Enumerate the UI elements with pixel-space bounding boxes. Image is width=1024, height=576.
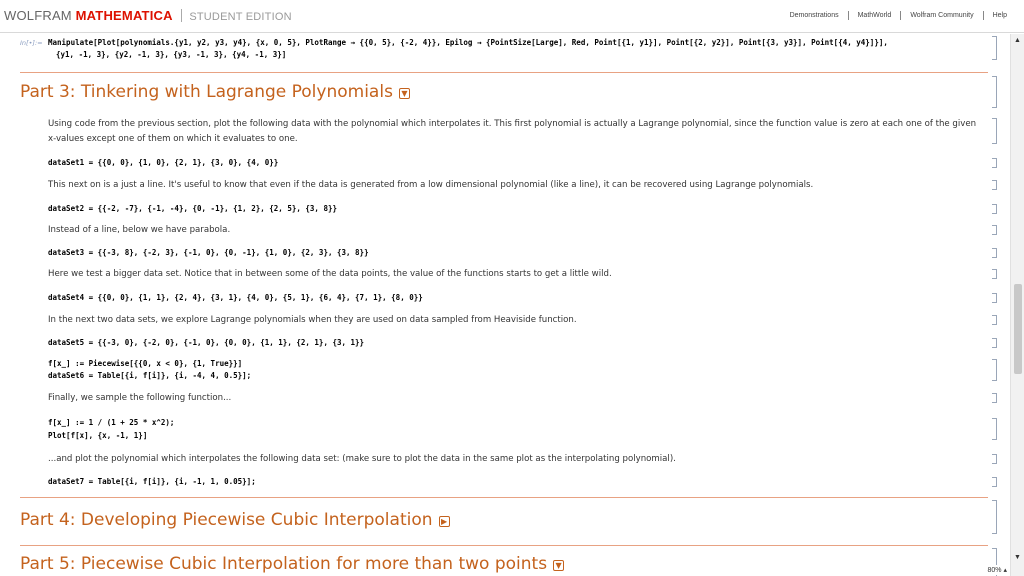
code-f-piecewise[interactable]: f[x_] := Piecewise[{{0, x < 0}, {1, True… xyxy=(48,359,242,368)
link-mathworld[interactable]: MathWorld xyxy=(849,12,901,19)
code-dataset1[interactable]: dataSet1 = {{0, 0}, {1, 0}, {2, 1}, {3, … xyxy=(48,158,278,167)
top-links: Demonstrations MathWorld Wolfram Communi… xyxy=(781,11,1016,20)
zoom-value: 80% xyxy=(987,567,1002,574)
code-dataset2[interactable]: dataSet2 = {{-2, -7}, {-1, -4}, {0, -1},… xyxy=(48,204,337,213)
text-bigger-dataset: Here we test a bigger data set. Notice t… xyxy=(48,269,612,279)
scroll-thumb[interactable] xyxy=(1014,284,1022,374)
cell-bracket[interactable] xyxy=(992,315,997,325)
cell-bracket[interactable] xyxy=(992,477,997,487)
code-dataset4[interactable]: dataSet4 = {{0, 0}, {1, 1}, {2, 4}, {3, … xyxy=(48,293,423,302)
notebook-document: In[•]:= Manipulate[Plot[polynomials.{y1,… xyxy=(0,34,1010,576)
text-intro: Using code from the previous section, pl… xyxy=(48,119,977,144)
brand-edition: STUDENT EDITION xyxy=(189,11,292,23)
text-heaviside: In the next two data sets, we explore La… xyxy=(48,315,577,325)
cell-bracket[interactable] xyxy=(992,180,997,190)
cell-bracket[interactable] xyxy=(992,269,997,279)
section-title-part3[interactable]: Part 3: Tinkering with Lagrange Polynomi… xyxy=(20,82,410,102)
cell-bracket[interactable] xyxy=(992,338,997,348)
cell-bracket[interactable] xyxy=(992,248,997,258)
code-f-runge[interactable]: f[x_] := 1 / (1 + 25 * x^2); xyxy=(48,418,174,427)
part3-title-text: Part 3: Tinkering with Lagrange Polynomi… xyxy=(20,82,393,102)
cell-bracket[interactable] xyxy=(992,118,997,144)
cell-bracket[interactable] xyxy=(992,204,997,214)
cell-bracket[interactable] xyxy=(992,36,997,60)
scroll-down-icon[interactable]: ▼ xyxy=(1014,554,1021,561)
cell-bracket[interactable] xyxy=(992,393,997,403)
text-line: This next on is a just a line. It's usef… xyxy=(48,180,814,190)
link-wolfram-community[interactable]: Wolfram Community xyxy=(901,12,982,19)
code-manipulate-line1[interactable]: Manipulate[Plot[polynomials.{y1, y2, y3,… xyxy=(48,38,888,47)
input-label: In[•]:= xyxy=(20,39,43,47)
section-title-part4[interactable]: Part 4: Developing Piecewise Cubic Inter… xyxy=(20,510,450,530)
brand-divider xyxy=(180,9,182,22)
section-rule xyxy=(20,497,988,498)
code-plot[interactable]: Plot[f[x], {x, -1, 1}] xyxy=(48,431,147,440)
brand-logo[interactable]: WOLFRAM MATHEMATICA STUDENT EDITION xyxy=(4,8,292,23)
code-dataset6[interactable]: dataSet6 = Table[{i, f[i]}, {i, -4, 4, 0… xyxy=(48,371,251,380)
section-rule xyxy=(20,72,988,73)
text-finally: Finally, we sample the following functio… xyxy=(48,393,232,403)
cell-bracket[interactable] xyxy=(992,359,997,381)
brand-wolfram: WOLFRAM xyxy=(4,8,72,23)
cell-bracket[interactable] xyxy=(992,158,997,168)
code-dataset5[interactable]: dataSet5 = {{-3, 0}, {-2, 0}, {-1, 0}, {… xyxy=(48,338,364,347)
collapse-icon[interactable]: ▼ xyxy=(398,88,410,99)
code-manipulate-line2[interactable]: {y1, -1, 3}, {y2, -1, 3}, {y3, -1, 3}, {… xyxy=(56,50,286,59)
part4-title-text: Part 4: Developing Piecewise Cubic Inter… xyxy=(20,510,433,530)
section-title-part5[interactable]: Part 5: Piecewise Cubic Interpolation fo… xyxy=(20,554,565,574)
top-bar: WOLFRAM MATHEMATICA STUDENT EDITION Demo… xyxy=(0,0,1024,33)
zoom-level[interactable]: 80% ▴ xyxy=(984,565,1010,575)
section-rule xyxy=(20,545,988,546)
cell-bracket[interactable] xyxy=(992,293,997,303)
link-demonstrations[interactable]: Demonstrations xyxy=(781,12,848,19)
collapse-icon[interactable]: ▼ xyxy=(553,560,565,571)
vertical-scrollbar[interactable]: ▲ ▼ xyxy=(1010,34,1024,576)
text-interpolate: ...and plot the polynomial which interpo… xyxy=(48,454,676,464)
cell-bracket[interactable] xyxy=(992,418,997,440)
scroll-up-icon[interactable]: ▲ xyxy=(1014,37,1021,44)
link-help[interactable]: Help xyxy=(984,12,1016,19)
code-dataset3[interactable]: dataSet3 = {{-3, 8}, {-2, 3}, {-1, 0}, {… xyxy=(48,248,369,257)
cell-bracket[interactable] xyxy=(992,76,997,108)
cell-bracket[interactable] xyxy=(992,454,997,464)
expand-icon[interactable]: ▶ xyxy=(438,516,450,527)
code-dataset7[interactable]: dataSet7 = Table[{i, f[i]}, {i, -1, 1, 0… xyxy=(48,477,256,486)
brand-mathematica: MATHEMATICA xyxy=(75,8,173,23)
part5-title-text: Part 5: Piecewise Cubic Interpolation fo… xyxy=(20,554,548,574)
cell-bracket[interactable] xyxy=(992,225,997,235)
text-parabola: Instead of a line, below we have parabol… xyxy=(48,225,231,235)
cell-bracket[interactable] xyxy=(992,500,997,534)
